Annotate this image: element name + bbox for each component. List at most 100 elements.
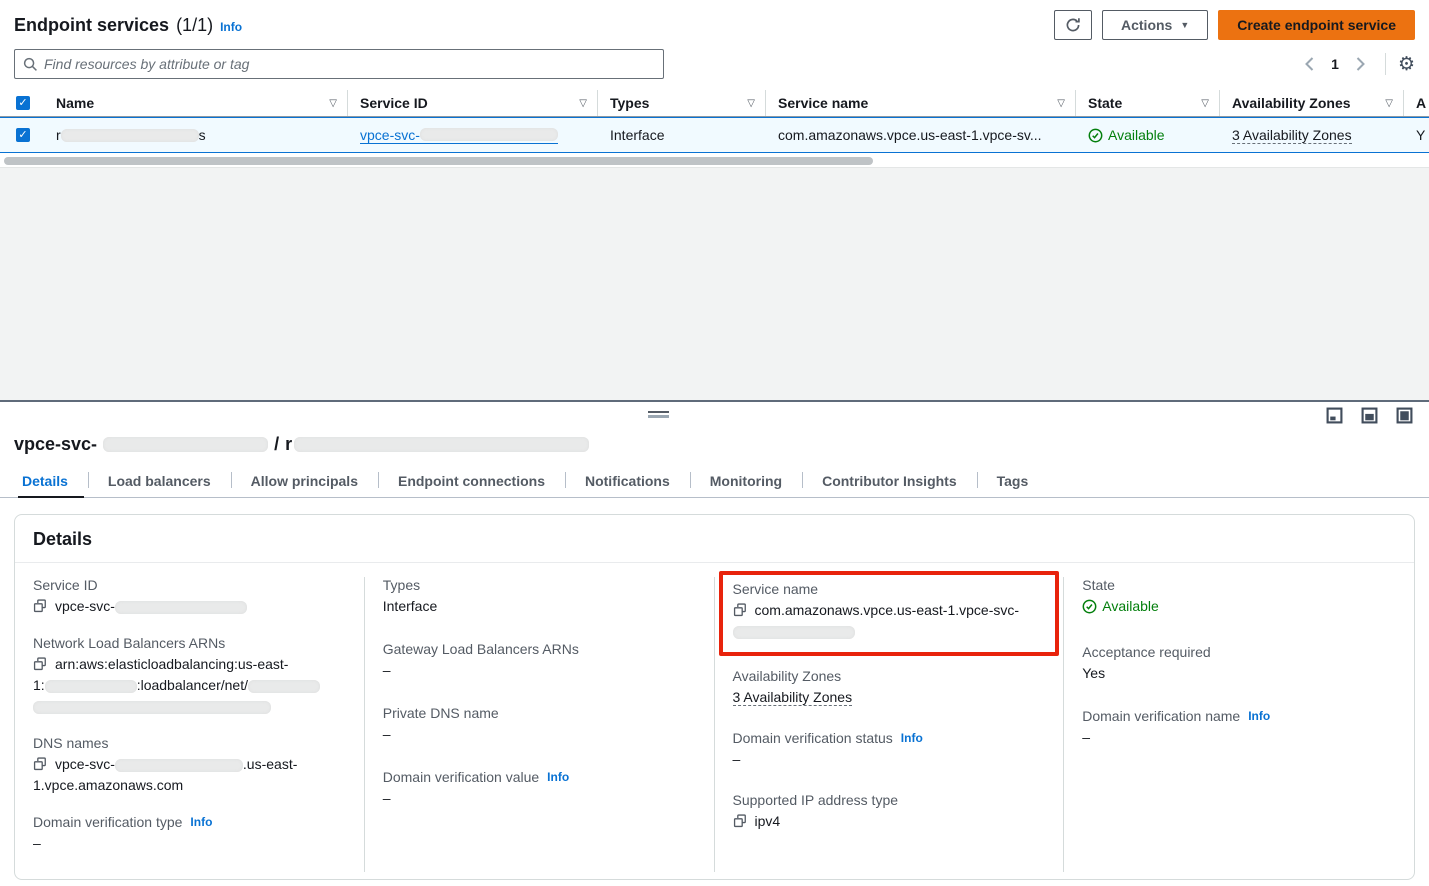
field-private-dns-name: Private DNS name – [383, 705, 696, 745]
search-icon [23, 57, 38, 72]
field-nlb-arns: Network Load Balancers ARNs arn:aws:elas… [33, 635, 346, 717]
column-label: Availability Zones [1232, 95, 1351, 111]
split-panel-header-bar [0, 402, 1429, 428]
gear-icon: ⚙ [1398, 54, 1415, 75]
column-label: Service name [778, 95, 868, 111]
field-label-text: Domain verification type [33, 814, 182, 830]
service-name-highlight-box: Service name com.amazonaws.vpce.us-east-… [719, 571, 1060, 656]
sort-icon[interactable]: ▽ [1201, 98, 1209, 109]
column-label: State [1088, 95, 1122, 111]
name-fragment: s [199, 127, 206, 143]
tab-contributor-insights[interactable]: Contributor Insights [802, 465, 977, 497]
redacted-text [33, 701, 271, 714]
value-fragment: :loadbalancer/net/ [137, 677, 248, 693]
sort-icon[interactable]: ▽ [1057, 98, 1065, 109]
check-circle-icon [1082, 599, 1097, 614]
column-header-types[interactable]: Types ▽ [598, 90, 766, 116]
availability-zones-link[interactable]: 3 Availability Zones [733, 689, 853, 706]
field-value: Available [1082, 596, 1396, 620]
availability-zones-link[interactable]: 3 Availability Zones [1232, 127, 1352, 144]
panel-size-large-button[interactable] [1396, 407, 1413, 427]
horizontal-scrollbar-thumb[interactable] [4, 157, 873, 165]
field-label: Acceptance required [1082, 644, 1396, 660]
column-header-name[interactable]: Name ▽ [44, 90, 348, 116]
actions-button-label: Actions [1121, 17, 1172, 33]
copy-button[interactable] [733, 814, 747, 828]
tab-allow-principals[interactable]: Allow principals [231, 465, 378, 497]
tab-details[interactable]: Details [14, 465, 88, 497]
info-link[interactable]: Info [547, 770, 569, 784]
refresh-button[interactable] [1054, 10, 1092, 40]
redacted-text [294, 437, 589, 452]
tab-monitoring[interactable]: Monitoring [690, 465, 802, 497]
sort-icon[interactable]: ▽ [579, 98, 587, 109]
field-label: State [1082, 577, 1396, 593]
sort-icon[interactable]: ▽ [747, 98, 755, 109]
column-header-service-id[interactable]: Service ID ▽ [348, 90, 598, 116]
search-box [14, 49, 664, 79]
endpoint-services-table: ✓ Name ▽ Service ID ▽ Types ▽ Service na… [0, 90, 1429, 167]
info-link[interactable]: Info [190, 815, 212, 829]
field-value: – [383, 724, 696, 745]
refresh-icon [1065, 17, 1081, 33]
redacted-text [248, 680, 320, 693]
select-all-checkbox[interactable]: ✓ [16, 96, 30, 110]
info-link[interactable]: Info [1248, 709, 1270, 723]
service-name-cell: com.amazonaws.vpce.us-east-1.vpce-sv... [766, 127, 1076, 143]
page-number[interactable]: 1 [1327, 56, 1343, 72]
panel-size-small-button[interactable] [1326, 407, 1343, 427]
tab-notifications[interactable]: Notifications [565, 465, 690, 497]
field-label: Supported IP address type [733, 792, 1046, 808]
preferences-gear-button[interactable]: ⚙ [1398, 55, 1415, 74]
create-button-label: Create endpoint service [1237, 17, 1396, 33]
toolbar: 1 ⚙ [0, 40, 1429, 80]
value-fragment: 1: [33, 677, 45, 693]
split-panel-title: vpce-svc- / r [0, 428, 1429, 455]
field-value: – [33, 833, 346, 854]
state-badge: Available [1082, 596, 1159, 617]
actions-button[interactable]: Actions ▼ [1102, 10, 1208, 40]
header-info-link[interactable]: Info [220, 20, 242, 34]
content-background [0, 167, 1429, 400]
horizontal-scrollbar [0, 155, 1429, 167]
tab-endpoint-connections[interactable]: Endpoint connections [378, 465, 565, 497]
row-checkbox[interactable]: ✓ [16, 128, 30, 142]
field-value: – [1082, 727, 1396, 748]
state-label: Available [1108, 127, 1165, 143]
field-acceptance-required: Acceptance required Yes [1082, 644, 1396, 684]
previous-page-button[interactable] [1297, 52, 1321, 76]
value-fragment: vpce-svc- [55, 598, 115, 614]
column-header-availability-zones[interactable]: Availability Zones ▽ [1220, 90, 1404, 116]
sort-icon[interactable]: ▽ [1385, 98, 1393, 109]
panel-size-medium-button[interactable] [1361, 407, 1378, 427]
info-link[interactable]: Info [901, 731, 923, 745]
redacted-text [45, 680, 137, 693]
next-page-button[interactable] [1349, 52, 1373, 76]
create-endpoint-service-button[interactable]: Create endpoint service [1218, 10, 1415, 40]
state-badge: Available [1088, 127, 1165, 143]
redacted-text [115, 759, 243, 772]
tab-load-balancers[interactable]: Load balancers [88, 465, 231, 497]
field-label-text: Domain verification status [733, 730, 893, 746]
tab-tags[interactable]: Tags [977, 465, 1049, 497]
column-header-acceptance-clipped[interactable]: A [1404, 90, 1429, 116]
table-row[interactable]: ✓ rs vpce-svc- Interface com.amazonaws.v… [0, 117, 1429, 153]
page-title: Endpoint services [14, 15, 169, 36]
column-header-service-name[interactable]: Service name ▽ [766, 90, 1076, 116]
sort-icon[interactable]: ▽ [329, 98, 337, 109]
details-column-2: Types Interface Gateway Load Balancers A… [365, 577, 715, 872]
service-id-link[interactable]: vpce-svc- [360, 127, 558, 144]
field-availability-zones: Availability Zones 3 Availability Zones [733, 668, 1046, 708]
copy-button[interactable] [33, 599, 47, 613]
field-value: Interface [383, 596, 696, 617]
split-panel-drag-handle[interactable] [648, 411, 669, 418]
column-header-state[interactable]: State ▽ [1076, 90, 1220, 116]
column-label: A [1416, 95, 1426, 111]
copy-button[interactable] [733, 603, 747, 617]
copy-button[interactable] [33, 657, 47, 671]
field-domain-verification-status: Domain verification status Info – [733, 730, 1046, 770]
field-value: vpce-svc-.us-east- 1.vpce.amazonaws.com [33, 754, 346, 796]
name-cell: rs [44, 127, 348, 143]
copy-button[interactable] [33, 757, 47, 771]
search-input[interactable] [44, 56, 655, 72]
